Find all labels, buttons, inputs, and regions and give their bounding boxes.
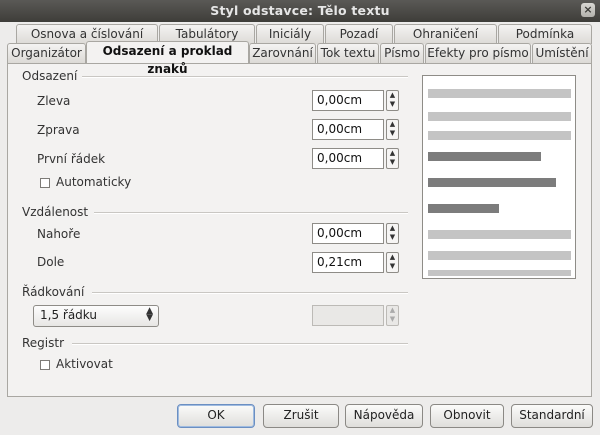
preview-line [428,131,571,140]
above-paragraph-label: Nahoře [37,227,81,241]
indent-right-label: Zprava [37,123,80,137]
below-paragraph-spinbox[interactable]: 0,21cm ▲ ▼ [312,252,399,273]
indent-left-label: Zleva [37,94,71,108]
cancel-button[interactable]: Zrušit [263,404,339,428]
preview-line [428,89,571,98]
line-spacing-select[interactable]: 1,5 řádku ▲ ▼ [33,305,159,327]
line-spacing-value-input[interactable] [312,305,384,326]
spin-arrows-icon[interactable]: ▲ ▼ [386,119,399,140]
indent-right-spinbox[interactable]: 0,00cm ▲ ▼ [312,119,399,140]
line-spacing-section-title: Řádkování [22,285,85,299]
preview-current-line [428,178,556,187]
indent-left-spinbox[interactable]: 0,00cm ▲ ▼ [312,90,399,111]
preview-line [428,230,571,239]
preview-line [428,251,571,260]
activate-label[interactable]: Aktivovat [56,357,113,371]
register-section-title: Registr [22,336,65,350]
spacing-section-title: Vzdálenost [22,205,89,219]
spin-arrows-icon[interactable]: ▲ ▼ [386,252,399,273]
spin-arrows-icon[interactable]: ▲ ▼ [386,223,399,244]
line-spacing-selected: 1,5 řádku [40,308,97,322]
indent-separator [82,76,408,78]
spin-arrows-icon[interactable]: ▲ ▼ [386,148,399,169]
spin-arrows-icon: ▲ ▼ [386,305,399,326]
preview-current-line [428,152,541,161]
automatic-label[interactable]: Automaticky [56,175,131,189]
above-paragraph-spinbox[interactable]: 0,00cm ▲ ▼ [312,223,399,244]
activate-checkbox[interactable] [40,360,50,370]
first-line-label: První řádek [37,152,106,166]
line-spacing-value-spinbox[interactable]: ▲ ▼ [312,305,399,326]
below-paragraph-label: Dole [37,255,65,269]
indent-right-input[interactable]: 0,00cm [312,119,384,140]
register-separator [72,343,408,345]
spin-arrows-icon[interactable]: ▲ ▼ [386,90,399,111]
first-line-input[interactable]: 0,00cm [312,148,384,169]
indent-section-title: Odsazení [22,69,78,83]
ok-button[interactable]: OK [177,404,255,428]
standard-button[interactable]: Standardní [511,404,593,428]
below-paragraph-input[interactable]: 0,21cm [312,252,384,273]
first-line-spinbox[interactable]: 0,00cm ▲ ▼ [312,148,399,169]
preview-line [428,270,571,276]
preview-line [428,112,571,121]
chevron-updown-icon: ▲ ▼ [146,306,153,323]
reset-button[interactable]: Obnovit [430,404,504,428]
indent-left-input[interactable]: 0,00cm [312,90,384,111]
preview-current-line [428,204,499,213]
help-button[interactable]: Nápověda [345,404,423,428]
automatic-checkbox[interactable] [40,178,50,188]
dialog-window: Styl odstavce: Tělo textu × Osnova a čís… [0,0,600,435]
spacing-separator [94,212,408,214]
line-spacing-separator [92,292,408,294]
paragraph-preview [422,75,576,279]
above-paragraph-input[interactable]: 0,00cm [312,223,384,244]
